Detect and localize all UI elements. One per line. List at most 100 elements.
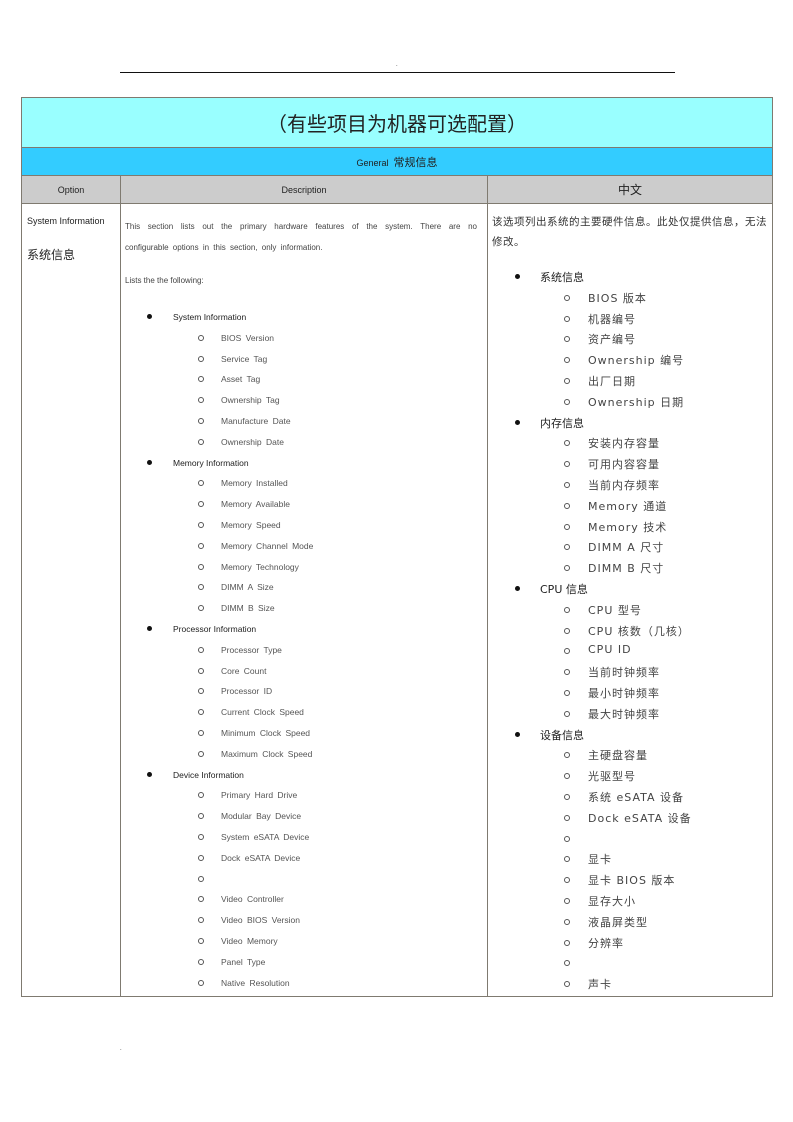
list-item-label: Panel Type — [221, 956, 266, 967]
list-item-label: Asset Tag — [221, 374, 261, 385]
list-item: Memory 技术 — [488, 519, 772, 540]
list-group-title: 内存信息 — [540, 416, 584, 430]
circle-bullet-icon — [198, 397, 204, 404]
list-group-title: 设备信息 — [540, 728, 584, 742]
list-item: CPU 核数（几核） — [488, 623, 772, 644]
list-item-label: Dock eSATA Device — [221, 852, 301, 863]
list-item: Modular Bay Device — [121, 811, 487, 832]
circle-bullet-icon — [198, 896, 204, 903]
list-item-label: 系统 eSATA 设备 — [588, 790, 685, 804]
bullet-icon — [147, 314, 152, 319]
list-item-label: Memory 通道 — [588, 499, 668, 513]
list-item-label: Service Tag — [221, 353, 268, 364]
circle-bullet-icon — [564, 461, 570, 468]
list-item-label: Video BIOS Version — [221, 915, 300, 926]
circle-bullet-icon — [198, 937, 204, 944]
circle-bullet-icon — [198, 376, 204, 383]
list-item: 系统 eSATA 设备 — [488, 789, 772, 810]
list-item-label: BIOS Version — [221, 332, 275, 343]
list-item-label: Memory Channel Mode — [221, 540, 314, 551]
circle-bullet-icon — [564, 897, 570, 904]
bullet-icon — [515, 419, 520, 425]
chinese-list: 系统信息 BIOS 版本 机器编号 资产编号 Ownership 编号 出厂日期 Owner… — [488, 269, 772, 997]
circle-bullet-icon — [564, 606, 570, 613]
list-item-label: DIMM A 尺寸 — [588, 541, 665, 555]
list-item — [488, 955, 772, 976]
circle-bullet-icon — [564, 689, 570, 696]
section-header: General 常规信息 — [21, 147, 773, 176]
list-item-label: DIMM B 尺寸 — [588, 562, 665, 576]
list-item-label: DIMM A Size — [221, 582, 274, 593]
circle-bullet-icon — [564, 440, 570, 447]
list-item: 可用内容容量 — [488, 456, 772, 477]
circle-bullet-icon — [198, 438, 204, 445]
description-lists-label: Lists the the following: — [125, 276, 204, 285]
list-item: Service Tag — [121, 354, 487, 375]
list-item: Panel Type — [121, 957, 487, 978]
circle-bullet-icon — [198, 792, 204, 799]
list-item: Processor Type — [121, 645, 487, 666]
bullet-icon — [515, 731, 520, 737]
list-item: Manufacture Date — [121, 416, 487, 437]
circle-bullet-icon — [198, 875, 204, 882]
list-item: 当前时钟频率 — [488, 664, 772, 685]
circle-bullet-icon — [198, 750, 204, 757]
list-item: Processor ID — [121, 686, 487, 707]
circle-bullet-icon — [198, 688, 204, 695]
bullet-icon — [515, 585, 520, 591]
list-item: 当前内存频率 — [488, 477, 772, 498]
list-item-label: Ownership Tag — [221, 395, 280, 406]
list-item: CPU ID — [488, 643, 772, 664]
list-item: Core Count — [121, 666, 487, 687]
list-group: CPU 信息 — [488, 581, 772, 602]
list-item-label: Primary Hard Drive — [221, 790, 298, 801]
list-group: Memory Information — [121, 458, 487, 479]
circle-bullet-icon — [564, 377, 570, 384]
list-item-label: 分辨率 — [588, 936, 624, 950]
list-item: Minimum Clock Speed — [121, 728, 487, 749]
list-item-label: 显卡 BIOS 版本 — [588, 874, 676, 888]
header-rule — [120, 72, 675, 73]
list-item: Ownership 日期 — [488, 394, 772, 415]
list-item: Video Memory — [121, 936, 487, 957]
circle-bullet-icon — [564, 773, 570, 780]
section-title-zh: 常规信息 — [393, 155, 438, 169]
circle-bullet-icon — [564, 669, 570, 676]
description-cell: This section lists out the primary hardw… — [120, 203, 488, 997]
circle-bullet-icon — [564, 960, 570, 967]
list-item: Ownership 编号 — [488, 352, 772, 373]
list-item: DIMM B Size — [121, 603, 487, 624]
section-title-en: General — [356, 157, 389, 168]
list-group: Device Information — [121, 770, 487, 791]
list-item-label: Ownership 编号 — [588, 354, 685, 368]
circle-bullet-icon — [564, 793, 570, 800]
list-item: Video BIOS Version — [121, 915, 487, 936]
table-row: System Information 系统信息 This section lis… — [21, 203, 773, 997]
list-item: Memory Available — [121, 499, 487, 520]
list-item: Video Controller — [121, 894, 487, 915]
list-item: DIMM A 尺寸 — [488, 539, 772, 560]
list-item: Maximum Clock Speed — [121, 749, 487, 770]
list-item: Memory Channel Mode — [121, 541, 487, 562]
list-item-label: 显存大小 — [588, 894, 636, 908]
list-item: 显存大小 — [488, 893, 772, 914]
list-item — [488, 831, 772, 852]
header-marker: . — [396, 62, 398, 68]
list-group-title: 系统信息 — [540, 271, 584, 284]
circle-bullet-icon — [198, 480, 204, 487]
list-item: Primary Hard Drive — [121, 790, 487, 811]
list-item-label: Ownership Date — [221, 436, 284, 447]
list-item-label: Modular Bay Device — [221, 811, 302, 822]
list-item-label: 机器编号 — [588, 312, 636, 326]
list-item-label: 当前时钟频率 — [588, 666, 660, 680]
option-name-zh: 系统信息 — [27, 248, 76, 262]
list-item: Ownership Date — [121, 437, 487, 458]
circle-bullet-icon — [198, 958, 204, 965]
footer-marker: . — [120, 1046, 122, 1052]
chinese-intro: 该选项列出系统的主要硬件信息。此处仅提供信息，无法修改。 — [492, 216, 767, 248]
circle-bullet-icon — [198, 854, 204, 861]
list-item-label: Dock eSATA 设备 — [588, 811, 692, 825]
list-item: 显卡 — [488, 851, 772, 872]
list-item: BIOS 版本 — [488, 290, 772, 311]
table-title: （有些项目为机器可选配置） — [21, 97, 773, 148]
